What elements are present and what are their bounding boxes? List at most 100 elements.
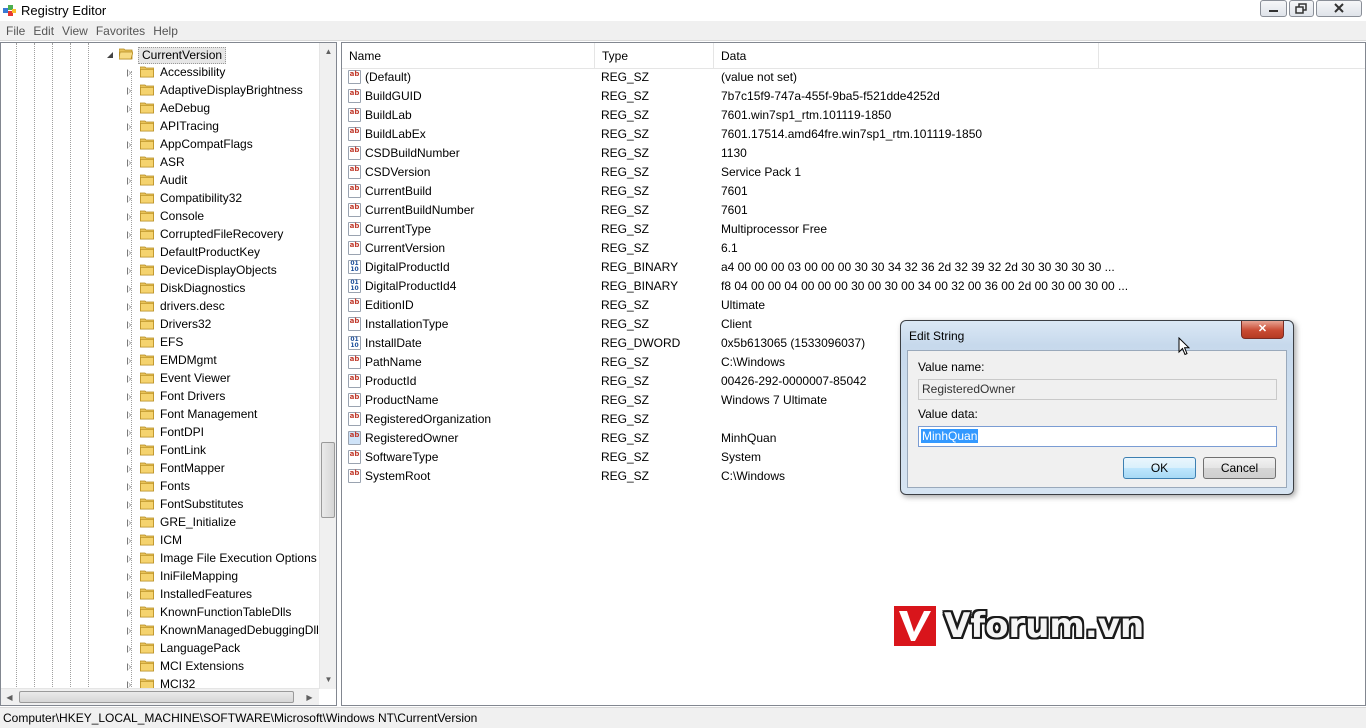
expand-arrow-icon[interactable] <box>127 303 131 311</box>
expand-arrow-icon[interactable] <box>127 231 131 239</box>
folder-icon <box>140 102 154 114</box>
column-header-name[interactable]: Name <box>342 43 595 68</box>
folder-icon <box>140 534 154 546</box>
expand-arrow-icon[interactable] <box>127 393 131 401</box>
folder-icon <box>140 570 154 582</box>
value-name-field: RegisteredOwner <box>918 379 1277 400</box>
menu-edit[interactable]: Edit <box>29 21 58 41</box>
menu-favorites[interactable]: Favorites <box>92 21 149 41</box>
value-name: SystemRoot <box>365 469 431 483</box>
value-data: System <box>721 450 762 464</box>
value-data: 7b7c15f9-747a-455f-9ba5-f521dde4252d <box>721 89 940 103</box>
ok-button[interactable]: OK <box>1123 457 1196 479</box>
value-row[interactable]: ab (Default) REG_SZ (value not set) <box>342 68 1102 87</box>
expand-arrow-icon[interactable] <box>127 87 131 95</box>
value-row[interactable]: ab CSDVersion REG_SZ Service Pack 1 <box>342 163 1102 182</box>
menu-view[interactable]: View <box>58 21 92 41</box>
expand-arrow-icon[interactable] <box>127 321 131 329</box>
scroll-right-icon[interactable]: ▶ <box>301 689 318 705</box>
string-value-icon: ab <box>348 203 361 217</box>
expand-arrow-icon[interactable] <box>127 159 131 167</box>
value-row[interactable]: ab CurrentType REG_SZ Multiprocessor Free <box>342 220 1102 239</box>
expand-arrow-icon[interactable] <box>127 69 131 77</box>
value-data-label: Value data: <box>918 407 978 421</box>
scroll-thumb[interactable] <box>19 691 294 703</box>
dialog-close-button[interactable]: ✕ <box>1241 321 1284 339</box>
value-row[interactable]: ab EditionID REG_SZ Ultimate <box>342 296 1102 315</box>
string-value-icon: ab <box>348 450 361 464</box>
expand-arrow-icon[interactable] <box>127 627 131 635</box>
scroll-up-icon[interactable]: ▲ <box>320 43 336 60</box>
expand-arrow-icon[interactable] <box>127 249 131 257</box>
expand-arrow-icon[interactable] <box>127 177 131 185</box>
value-data-input[interactable]: MinhQuan <box>918 426 1277 447</box>
expand-arrow-icon[interactable] <box>127 645 131 653</box>
expand-arrow-icon[interactable] <box>127 501 131 509</box>
column-header-data[interactable]: Data <box>714 43 1099 68</box>
value-row[interactable]: ab CurrentVersion REG_SZ 6.1 <box>342 239 1102 258</box>
menu-file[interactable]: File <box>2 21 29 41</box>
expand-arrow-icon[interactable] <box>127 357 131 365</box>
value-row[interactable]: ab BuildGUID REG_SZ 7b7c15f9-747a-455f-9ba5… <box>342 87 1102 106</box>
tree-item-label: Image File Execution Options <box>160 551 317 565</box>
value-type: REG_SZ <box>601 89 650 103</box>
window-title: Registry Editor <box>21 3 107 18</box>
value-row[interactable]: ab CurrentBuild REG_SZ 7601 <box>342 182 1102 201</box>
tree-item-label: Accessibility <box>160 65 226 79</box>
collapse-arrow-icon[interactable] <box>107 52 113 58</box>
expand-arrow-icon[interactable] <box>127 519 131 527</box>
scroll-thumb[interactable] <box>321 442 335 518</box>
expand-arrow-icon[interactable] <box>127 213 131 221</box>
close-button[interactable] <box>1316 0 1362 17</box>
tree-item-label: AdaptiveDisplayBrightness <box>160 83 303 97</box>
registry-tree[interactable]: CurrentVersion Accessibility AdaptiveDisp… <box>0 42 337 706</box>
value-row[interactable]: ab CurrentBuildNumber REG_SZ 7601 <box>342 201 1102 220</box>
expand-arrow-icon[interactable] <box>127 429 131 437</box>
minimize-button[interactable] <box>1260 0 1287 17</box>
value-row[interactable]: ab BuildLab REG_SZ 7601.win7sp1_rtm.101119-… <box>342 106 1102 125</box>
expand-arrow-icon[interactable] <box>127 591 131 599</box>
expand-arrow-icon[interactable] <box>127 465 131 473</box>
string-value-icon: ab <box>348 355 361 369</box>
value-data: MinhQuan <box>721 431 777 445</box>
string-value-icon: ab <box>348 165 361 179</box>
expand-arrow-icon[interactable] <box>127 285 131 293</box>
expand-arrow-icon[interactable] <box>127 483 131 491</box>
restore-button[interactable] <box>1289 0 1314 17</box>
expand-arrow-icon[interactable] <box>127 195 131 203</box>
menu-help[interactable]: Help <box>149 21 182 41</box>
expand-arrow-icon[interactable] <box>127 663 131 671</box>
column-header-type[interactable]: Type <box>595 43 714 68</box>
string-value-icon: ab <box>348 70 361 84</box>
scroll-down-icon[interactable]: ▼ <box>320 671 336 688</box>
value-name: BuildLabEx <box>365 127 426 141</box>
tree-horizontal-scrollbar[interactable]: ◀ ▶ <box>1 688 319 705</box>
scroll-left-icon[interactable]: ◀ <box>1 689 18 705</box>
value-type: REG_SZ <box>601 393 650 407</box>
expand-arrow-icon[interactable] <box>127 141 131 149</box>
expand-arrow-icon[interactable] <box>127 573 131 581</box>
value-data: C:\Windows <box>721 355 786 369</box>
expand-arrow-icon[interactable] <box>127 555 131 563</box>
registry-editor-icon <box>3 5 16 16</box>
expand-arrow-icon[interactable] <box>127 375 131 383</box>
value-row[interactable]: 01 10 DigitalProductId4 REG_BINARY f8 04 00 … <box>342 277 1128 296</box>
value-row[interactable]: ab CSDBuildNumber REG_SZ 1130 <box>342 144 1102 163</box>
tree-vertical-scrollbar[interactable]: ▲ ▼ <box>319 43 336 689</box>
expand-arrow-icon[interactable] <box>127 447 131 455</box>
value-type: REG_BINARY <box>601 260 679 274</box>
expand-arrow-icon[interactable] <box>127 267 131 275</box>
value-data: Multiprocessor Free <box>721 222 828 236</box>
expand-arrow-icon[interactable] <box>127 105 131 113</box>
folder-icon <box>140 498 154 510</box>
expand-arrow-icon[interactable] <box>127 123 131 131</box>
cancel-button[interactable]: Cancel <box>1203 457 1276 479</box>
value-row[interactable]: 01 10 DigitalProductId REG_BINARY a4 00 00 0… <box>342 258 1115 277</box>
expand-arrow-icon[interactable] <box>127 411 131 419</box>
expand-arrow-icon[interactable] <box>127 609 131 617</box>
value-row[interactable]: ab BuildLabEx REG_SZ 7601.17514.amd64fre.wi… <box>342 125 1102 144</box>
string-value-icon: ab <box>348 127 361 141</box>
value-type: REG_SZ <box>601 165 650 179</box>
expand-arrow-icon[interactable] <box>127 339 131 347</box>
expand-arrow-icon[interactable] <box>127 537 131 545</box>
